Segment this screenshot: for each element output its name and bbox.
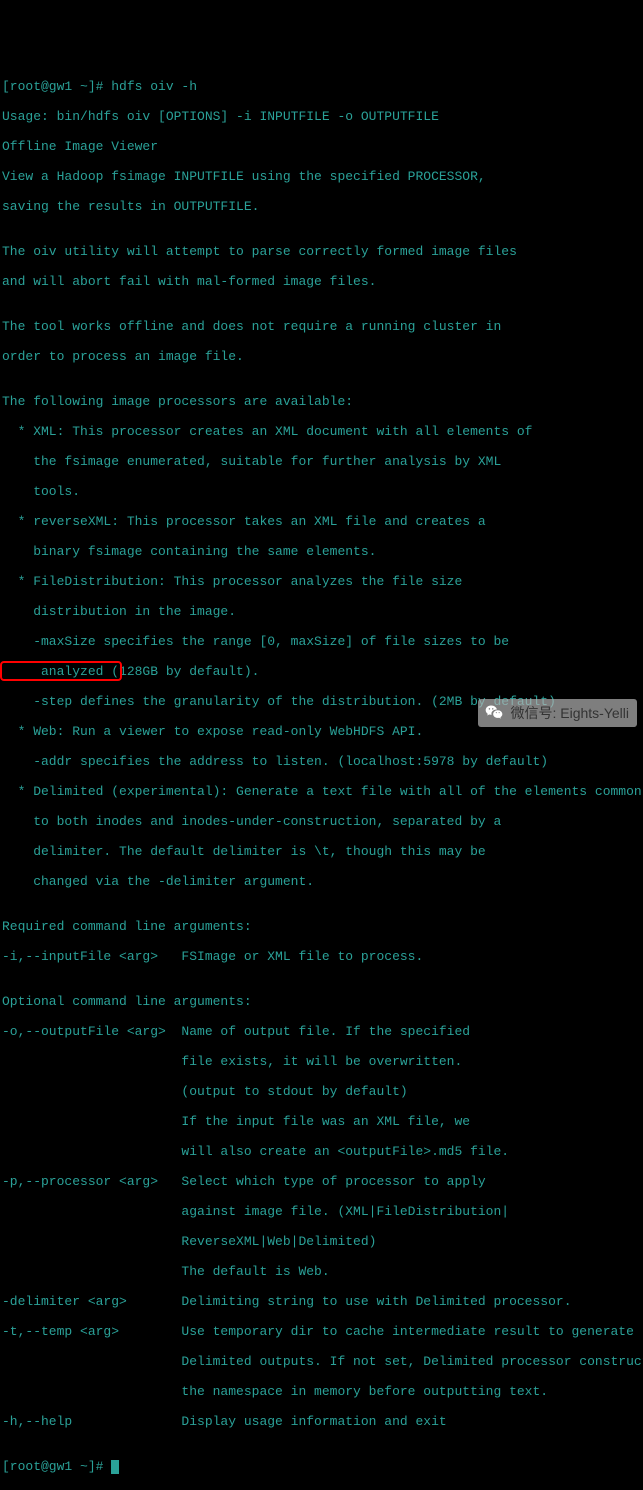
output-line: The oiv utility will attempt to parse co… [2, 244, 643, 259]
output-line: the namespace in memory before outputtin… [2, 1384, 643, 1399]
output-line: Usage: bin/hdfs oiv [OPTIONS] -i INPUTFI… [2, 109, 643, 124]
output-line: the fsimage enumerated, suitable for fur… [2, 454, 643, 469]
output-line: * reverseXML: This processor takes an XM… [2, 514, 643, 529]
output-line: tools. [2, 484, 643, 499]
output-line: order to process an image file. [2, 349, 643, 364]
output-line: If the input file was an XML file, we [2, 1114, 643, 1129]
output-line: file exists, it will be overwritten. [2, 1054, 643, 1069]
output-line: -i,--inputFile <arg> FSImage or XML file… [2, 949, 643, 964]
wechat-icon [484, 703, 504, 723]
output-line: -p,--processor <arg> Select which type o… [2, 1174, 643, 1189]
output-line: (output to stdout by default) [2, 1084, 643, 1099]
output-line: -t,--temp <arg> Use temporary dir to cac… [2, 1324, 643, 1339]
output-line: delimiter. The default delimiter is \t, … [2, 844, 643, 859]
output-line: to both inodes and inodes-under-construc… [2, 814, 643, 829]
output-line: distribution in the image. [2, 604, 643, 619]
cursor-icon [111, 1460, 119, 1474]
output-line: * FileDistribution: This processor analy… [2, 574, 643, 589]
prompt-text: [root@gw1 ~]# [2, 1459, 111, 1474]
output-line: Delimited outputs. If not set, Delimited… [2, 1354, 643, 1369]
watermark-text: 微信号: Eights-Yelli [510, 706, 629, 721]
output-line: Optional command line arguments: [2, 994, 643, 1009]
output-line: binary fsimage containing the same eleme… [2, 544, 643, 559]
output-line: View a Hadoop fsimage INPUTFILE using th… [2, 169, 643, 184]
output-line: * Delimited (experimental): Generate a t… [2, 784, 643, 799]
output-line: against image file. (XML|FileDistributio… [2, 1204, 643, 1219]
output-line: The default is Web. [2, 1264, 643, 1279]
output-line: -maxSize specifies the range [0, maxSize… [2, 634, 643, 649]
output-line: * XML: This processor creates an XML doc… [2, 424, 643, 439]
output-line: ReverseXML|Web|Delimited) [2, 1234, 643, 1249]
output-line: -o,--outputFile <arg> Name of output fil… [2, 1024, 643, 1039]
output-line: and will abort fail with mal-formed imag… [2, 274, 643, 289]
output-line: The following image processors are avail… [2, 394, 643, 409]
output-line: -delimiter <arg> Delimiting string to us… [2, 1294, 643, 1309]
output-line: Offline Image Viewer [2, 139, 643, 154]
output-line: saving the results in OUTPUTFILE. [2, 199, 643, 214]
output-line: Required command line arguments: [2, 919, 643, 934]
output-line: changed via the -delimiter argument. [2, 874, 643, 889]
prompt-line-2[interactable]: [root@gw1 ~]# [2, 1459, 643, 1474]
terminal-output[interactable]: [root@gw1 ~]# hdfs oiv -h Usage: bin/hdf… [2, 64, 643, 1489]
watermark: 微信号: Eights-Yelli [478, 699, 637, 727]
output-line: -addr specifies the address to listen. (… [2, 754, 643, 769]
output-line: analyzed (128GB by default). [2, 664, 643, 679]
output-line: The tool works offline and does not requ… [2, 319, 643, 334]
output-line: -h,--help Display usage information and … [2, 1414, 643, 1429]
prompt-line-1: [root@gw1 ~]# hdfs oiv -h [2, 79, 643, 94]
output-line: will also create an <outputFile>.md5 fil… [2, 1144, 643, 1159]
